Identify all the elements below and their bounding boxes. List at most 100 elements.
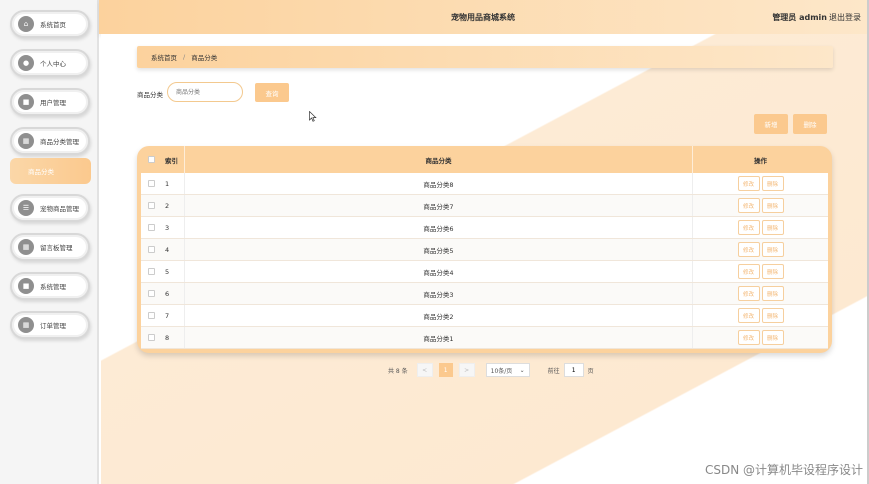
breadcrumb-home[interactable]: 系统首页 bbox=[151, 52, 177, 62]
sidebar-item-system[interactable]: ■ 系统管理 bbox=[10, 272, 90, 300]
sidebar-item-label: 订单管理 bbox=[40, 322, 66, 330]
breadcrumb: 系统首页 / 商品分类 bbox=[137, 46, 833, 68]
row-checkbox[interactable] bbox=[147, 312, 155, 319]
delete-button[interactable]: 删除 bbox=[761, 176, 784, 191]
sidebar-item-pet-products[interactable]: ☰ 宠物商品管理 bbox=[10, 194, 90, 222]
row-index: 7 bbox=[161, 305, 185, 326]
sidebar-item-home[interactable]: ⌂ 系统首页 bbox=[10, 10, 90, 38]
row-checkbox[interactable] bbox=[147, 202, 155, 209]
sidebar-item-label: 个人中心 bbox=[40, 60, 66, 68]
delete-button[interactable]: 删除 bbox=[761, 198, 784, 213]
row-operations: 修改 删除 bbox=[693, 327, 828, 348]
table-row: 5 商品分类4 修改 删除 bbox=[141, 261, 828, 283]
delete-button[interactable]: 删除 bbox=[761, 264, 784, 279]
sidebar-item-label: 系统管理 bbox=[40, 283, 66, 291]
sidebar-item-profile[interactable]: ● 个人中心 bbox=[10, 49, 90, 77]
person-icon: ● bbox=[18, 55, 34, 71]
prev-page-button[interactable]: < bbox=[416, 363, 433, 377]
page-size-value: 10条/页 bbox=[490, 367, 513, 375]
row-index: 8 bbox=[161, 327, 185, 348]
row-category-name: 商品分类5 bbox=[185, 239, 693, 260]
row-category-name: 商品分类3 bbox=[185, 283, 693, 304]
edit-button[interactable]: 修改 bbox=[737, 176, 760, 191]
sidebar: ⌂ 系统首页 ● 个人中心 ■ 用户管理 ▦ 商品分类管理 商品分类 ☰ 宠物商… bbox=[0, 0, 99, 484]
category-table: 索引 商品分类 操作 1 商品分类8 修改 删除 2 商品分类7 修改 删除 3 商品分类6 修改删… bbox=[137, 146, 832, 353]
sidebar-item-label: 系统首页 bbox=[40, 21, 66, 29]
home-icon: ⌂ bbox=[18, 16, 34, 32]
user-icon: ■ bbox=[18, 94, 34, 110]
chevron-down-icon: ⌄ bbox=[519, 366, 525, 374]
row-operations: 修改 删除 bbox=[693, 195, 828, 216]
table-row: 2 商品分类7 修改 删除 bbox=[141, 195, 828, 217]
edit-button[interactable]: 修改 bbox=[737, 264, 760, 279]
batch-delete-button[interactable]: 删除 bbox=[793, 114, 827, 134]
row-checkbox[interactable] bbox=[147, 268, 155, 275]
table-row: 1 商品分类8 修改 删除 bbox=[141, 173, 828, 195]
edit-button[interactable]: 修改 bbox=[737, 242, 760, 257]
row-index: 3 bbox=[161, 217, 185, 238]
search-button[interactable]: 查询 bbox=[255, 83, 289, 102]
table-row: 3 商品分类6 修改 删除 bbox=[141, 217, 828, 239]
delete-button[interactable]: 删除 bbox=[761, 220, 784, 235]
row-checkbox[interactable] bbox=[147, 246, 155, 253]
row-category-name: 商品分类2 bbox=[185, 305, 693, 326]
sidebar-item-users[interactable]: ■ 用户管理 bbox=[10, 88, 90, 116]
row-operations: 修改 删除 bbox=[693, 239, 828, 260]
add-button[interactable]: 新增 bbox=[754, 114, 788, 134]
app-title: 宠物用品商城系统 bbox=[451, 13, 515, 22]
table-header: 索引 商品分类 操作 bbox=[141, 146, 828, 173]
row-checkbox[interactable] bbox=[147, 334, 155, 341]
page-number[interactable]: 1 bbox=[438, 363, 453, 377]
delete-button[interactable]: 删除 bbox=[761, 242, 784, 257]
sidebar-item-messages[interactable]: ▦ 留言板管理 bbox=[10, 233, 90, 261]
delete-button[interactable]: 删除 bbox=[761, 330, 784, 345]
sidebar-item-label: 宠物商品管理 bbox=[40, 205, 79, 213]
page-size-select[interactable]: 10条/页 ⌄ bbox=[485, 363, 530, 377]
grid-icon: ▦ bbox=[18, 239, 34, 255]
next-page-button[interactable]: > bbox=[458, 363, 475, 377]
sidebar-item-label: 商品分类管理 bbox=[40, 138, 79, 146]
current-user: 管理员 admin bbox=[772, 13, 827, 22]
edit-button[interactable]: 修改 bbox=[737, 286, 760, 301]
search-input[interactable] bbox=[167, 82, 243, 102]
select-all-checkbox[interactable] bbox=[147, 156, 155, 163]
edit-button[interactable]: 修改 bbox=[737, 198, 760, 213]
goto-suffix: 页 bbox=[587, 367, 594, 375]
delete-button[interactable]: 删除 bbox=[761, 286, 784, 301]
row-category-name: 商品分类8 bbox=[185, 173, 693, 194]
row-checkbox[interactable] bbox=[147, 180, 155, 187]
sidebar-item-label: 留言板管理 bbox=[40, 244, 73, 252]
table-row: 6 商品分类3 修改 删除 bbox=[141, 283, 828, 305]
row-index: 6 bbox=[161, 283, 185, 304]
row-category-name: 商品分类6 bbox=[185, 217, 693, 238]
edit-button[interactable]: 修改 bbox=[737, 330, 760, 345]
edit-button[interactable]: 修改 bbox=[737, 220, 760, 235]
row-category-name: 商品分类1 bbox=[185, 327, 693, 348]
breadcrumb-current: 商品分类 bbox=[191, 54, 218, 62]
sidebar-item-orders[interactable]: ▦ 订单管理 bbox=[10, 311, 90, 339]
sidebar-subitem-category[interactable]: 商品分类 bbox=[10, 158, 91, 184]
table-row: 4 商品分类5 修改 删除 bbox=[141, 239, 828, 261]
goto-page-input[interactable] bbox=[563, 363, 584, 377]
header-category: 商品分类 bbox=[185, 146, 693, 173]
row-checkbox[interactable] bbox=[147, 224, 155, 231]
pagination-total: 共 8 条 bbox=[388, 367, 408, 375]
table-body: 1 商品分类8 修改 删除 2 商品分类7 修改 删除 3 商品分类6 修改 删除 4 商品分类5 修改 删除… bbox=[141, 173, 828, 349]
top-header: 宠物用品商城系统 管理员 admin 退出登录 bbox=[99, 0, 867, 34]
doc-icon: ■ bbox=[18, 278, 34, 294]
header-index: 索引 bbox=[161, 146, 185, 173]
sidebar-item-category-mgmt[interactable]: ▦ 商品分类管理 bbox=[10, 127, 90, 155]
delete-button[interactable]: 删除 bbox=[761, 308, 784, 323]
row-checkbox[interactable] bbox=[147, 290, 155, 297]
row-index: 2 bbox=[161, 195, 185, 216]
sidebar-item-label: 用户管理 bbox=[40, 99, 66, 107]
row-index: 4 bbox=[161, 239, 185, 260]
header-operations: 操作 bbox=[754, 156, 767, 165]
search-label: 商品分类 bbox=[137, 91, 163, 99]
row-operations: 修改 删除 bbox=[693, 173, 828, 194]
edit-button[interactable]: 修改 bbox=[737, 308, 760, 323]
breadcrumb-separator: / bbox=[183, 53, 186, 61]
logout-link[interactable]: 退出登录 bbox=[829, 12, 861, 23]
table-row: 7 商品分类2 修改 删除 bbox=[141, 305, 828, 327]
main-content: 系统首页 / 商品分类 商品分类 查询 新增 删除 索引 商品分类 操作 1 商品… bbox=[101, 34, 867, 484]
